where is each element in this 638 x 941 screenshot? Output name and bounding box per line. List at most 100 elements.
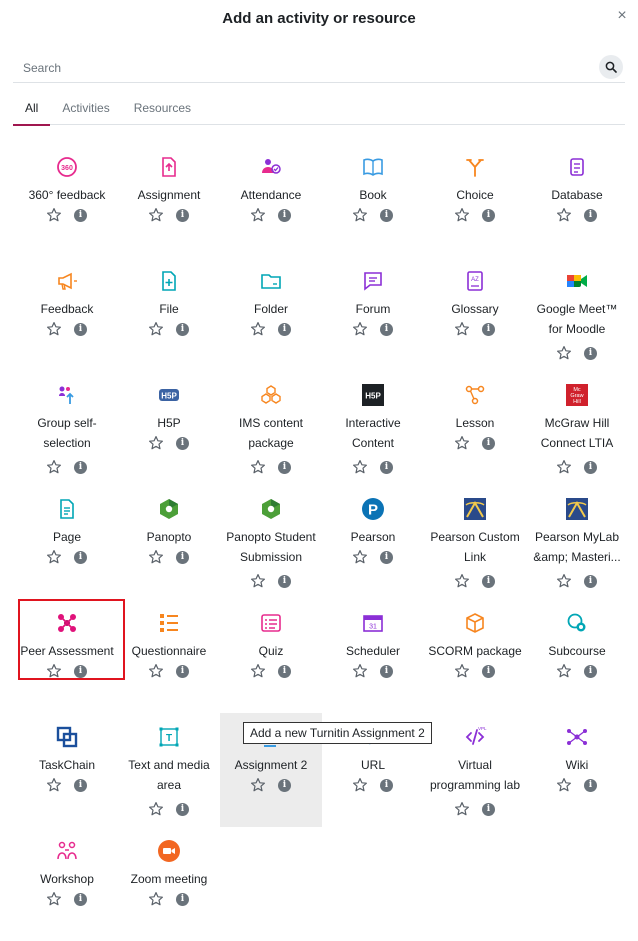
info-icon[interactable]: i	[176, 665, 189, 678]
star-button[interactable]	[556, 207, 572, 223]
star-button[interactable]	[46, 549, 62, 565]
info-icon[interactable]: i	[278, 665, 291, 678]
tab-all[interactable]: All	[13, 98, 51, 126]
activity-tile-page[interactable]: Page i	[16, 485, 118, 599]
activity-tile-file[interactable]: File i	[118, 257, 220, 371]
activity-tile-panopto[interactable]: Panopto i	[118, 485, 220, 599]
tab-resources[interactable]: Resources	[122, 98, 203, 124]
star-button[interactable]	[46, 777, 62, 793]
activity-tile-scorm[interactable]: SCORM package i	[424, 599, 526, 713]
star-button[interactable]	[556, 459, 572, 475]
star-button[interactable]	[352, 459, 368, 475]
activity-tile-attendance[interactable]: Attendance i	[220, 143, 322, 257]
star-button[interactable]	[454, 207, 470, 223]
info-icon[interactable]: i	[74, 665, 87, 678]
activity-tile-pearson-custom[interactable]: Pearson Custom Link i	[424, 485, 526, 599]
star-button[interactable]	[46, 207, 62, 223]
info-icon[interactable]: i	[482, 575, 495, 588]
activity-tile-wiki[interactable]: Wiki i	[526, 713, 628, 827]
activity-tile-ims-package[interactable]: IMS content package i	[220, 371, 322, 485]
info-icon[interactable]: i	[278, 209, 291, 222]
activity-tile-peer-assessment[interactable]: Peer Assessment i	[16, 599, 125, 713]
activity-tile-forum[interactable]: Forum i	[322, 257, 424, 371]
info-icon[interactable]: i	[74, 551, 87, 564]
info-icon[interactable]: i	[584, 209, 597, 222]
activity-tile-book[interactable]: Book i	[322, 143, 424, 257]
info-icon[interactable]: i	[584, 665, 597, 678]
star-button[interactable]	[454, 435, 470, 451]
info-icon[interactable]: i	[176, 551, 189, 564]
activity-tile-taskchain[interactable]: TaskChain i	[16, 713, 118, 827]
info-icon[interactable]: i	[584, 575, 597, 588]
info-icon[interactable]: i	[380, 551, 393, 564]
activity-tile-assignment[interactable]: Assignment i	[118, 143, 220, 257]
activity-tile-choice[interactable]: Choice i	[424, 143, 526, 257]
star-button[interactable]	[250, 573, 266, 589]
info-icon[interactable]: i	[74, 461, 87, 474]
tab-activities[interactable]: Activities	[50, 98, 121, 124]
activity-tile-feedback-360[interactable]: 360 360° feedback i	[16, 143, 118, 257]
activity-tile-vpl[interactable]: VPL Virtual programming lab i	[424, 713, 526, 827]
info-icon[interactable]: i	[380, 323, 393, 336]
info-icon[interactable]: i	[482, 803, 495, 816]
info-icon[interactable]: i	[176, 323, 189, 336]
info-icon[interactable]: i	[278, 461, 291, 474]
star-button[interactable]	[250, 321, 266, 337]
info-icon[interactable]: i	[482, 209, 495, 222]
star-button[interactable]	[148, 891, 164, 907]
star-button[interactable]	[46, 663, 62, 679]
info-icon[interactable]: i	[74, 323, 87, 336]
activity-tile-glossary[interactable]: AZ Glossary i	[424, 257, 526, 371]
star-button[interactable]	[46, 891, 62, 907]
info-icon[interactable]: i	[584, 779, 597, 792]
activity-tile-group-selection[interactable]: Group self-selection i	[16, 371, 118, 485]
info-icon[interactable]: i	[176, 437, 189, 450]
info-icon[interactable]: i	[482, 437, 495, 450]
star-button[interactable]	[454, 573, 470, 589]
activity-tile-h5p[interactable]: H5P H5P i	[118, 371, 220, 485]
close-icon[interactable]: ×	[612, 6, 632, 26]
star-button[interactable]	[556, 573, 572, 589]
activity-tile-quiz[interactable]: Quiz i	[220, 599, 322, 713]
info-icon[interactable]: i	[176, 209, 189, 222]
star-button[interactable]	[250, 207, 266, 223]
activity-tile-pearson[interactable]: P Pearson i	[322, 485, 424, 599]
activity-tile-database[interactable]: Database i	[526, 143, 628, 257]
info-icon[interactable]: i	[482, 323, 495, 336]
star-button[interactable]	[250, 459, 266, 475]
activity-tile-scheduler[interactable]: 31 Scheduler i	[322, 599, 424, 713]
info-icon[interactable]: i	[74, 209, 87, 222]
star-button[interactable]	[250, 777, 266, 793]
star-button[interactable]	[46, 321, 62, 337]
activity-tile-pearson-mylab[interactable]: Pearson MyLab &amp; Masteri... i	[526, 485, 628, 599]
star-button[interactable]	[556, 777, 572, 793]
star-button[interactable]	[556, 345, 572, 361]
info-icon[interactable]: i	[278, 323, 291, 336]
star-button[interactable]	[454, 321, 470, 337]
info-icon[interactable]: i	[380, 209, 393, 222]
activity-tile-subcourse[interactable]: Subcourse i	[526, 599, 628, 713]
info-icon[interactable]: i	[380, 665, 393, 678]
activity-tile-interactive-content[interactable]: H5P Interactive Content i	[322, 371, 424, 485]
star-button[interactable]	[454, 801, 470, 817]
star-button[interactable]	[352, 663, 368, 679]
activity-tile-folder[interactable]: Folder i	[220, 257, 322, 371]
info-icon[interactable]: i	[176, 803, 189, 816]
star-button[interactable]	[454, 663, 470, 679]
search-button[interactable]	[599, 55, 623, 79]
star-button[interactable]	[148, 321, 164, 337]
star-button[interactable]	[148, 801, 164, 817]
star-button[interactable]	[148, 207, 164, 223]
info-icon[interactable]: i	[380, 779, 393, 792]
activity-tile-mcgraw-hill[interactable]: Mc Graw Hill McGraw Hill Connect LTIA i	[526, 371, 628, 485]
star-button[interactable]	[352, 321, 368, 337]
info-icon[interactable]: i	[278, 779, 291, 792]
star-button[interactable]	[352, 777, 368, 793]
info-icon[interactable]: i	[74, 893, 87, 906]
info-icon[interactable]: i	[584, 347, 597, 360]
activity-tile-lesson[interactable]: Lesson i	[424, 371, 526, 485]
star-button[interactable]	[250, 663, 266, 679]
star-button[interactable]	[148, 549, 164, 565]
activity-tile-text-media[interactable]: T Text and media area i	[118, 713, 220, 827]
star-button[interactable]	[352, 207, 368, 223]
